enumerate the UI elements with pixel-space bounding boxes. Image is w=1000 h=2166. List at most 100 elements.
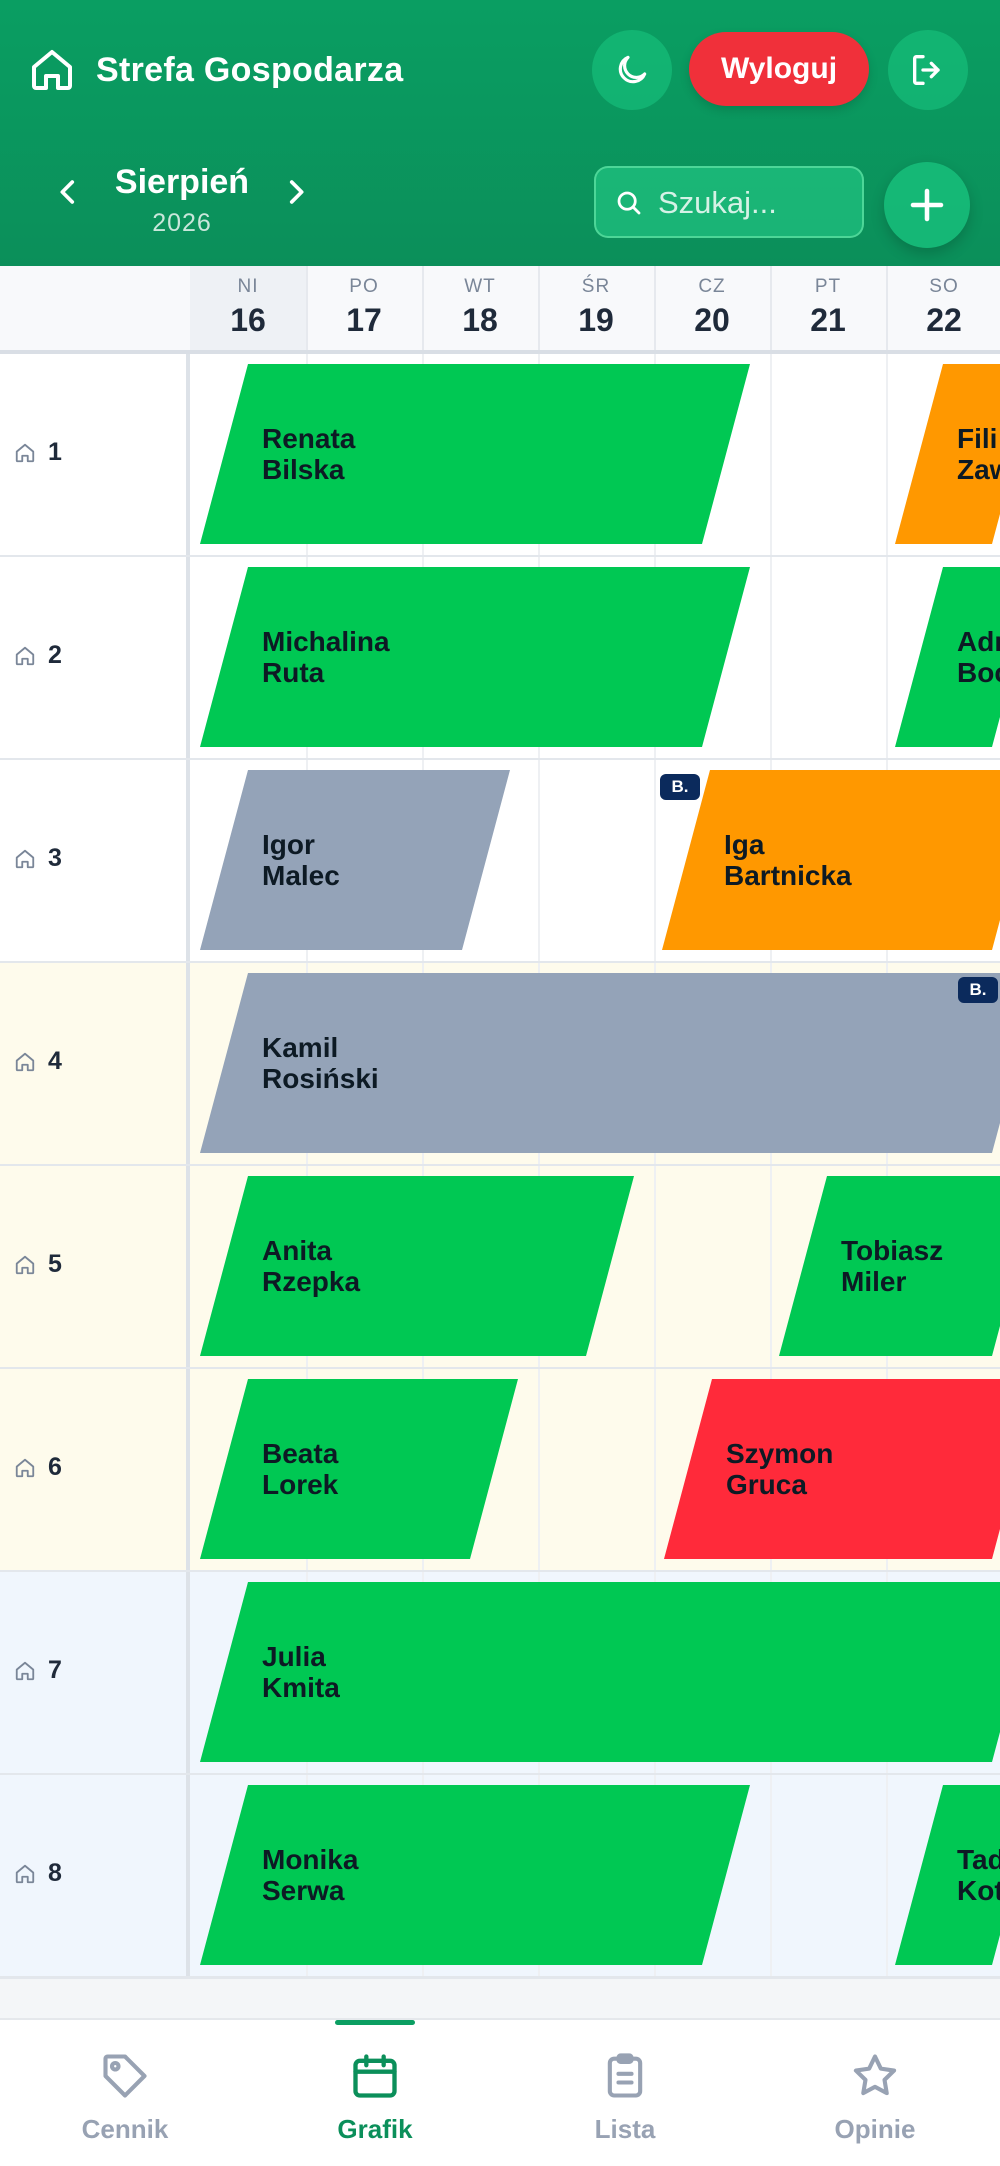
grid-line: [886, 1775, 888, 1976]
day-number: 22: [926, 302, 962, 338]
guest-name: Tobiasz Miler: [841, 1235, 944, 1297]
day-column-header: ŚR 19: [538, 266, 656, 350]
grid-line: [770, 354, 772, 555]
room-row: 6 Beata Lorek Szymon Gruca: [0, 1369, 1000, 1573]
search-input[interactable]: [656, 176, 860, 230]
header-month-row: Sierpień 2026: [0, 150, 1000, 250]
day-name: ŚR: [581, 276, 611, 297]
day-column-header: CZ 20: [654, 266, 772, 350]
search-box[interactable]: [594, 166, 864, 238]
booking-block[interactable]: Anita Rzepka: [200, 1176, 634, 1356]
room-row: 5 Anita Rzepka Tobiasz Miler: [0, 1166, 1000, 1370]
booking-block[interactable]: Iga Bartnicka: [662, 770, 1000, 950]
previous-month-button[interactable]: [46, 170, 90, 214]
nav-label: Opinie: [834, 2114, 916, 2144]
nav-grafik[interactable]: Grafik: [250, 2020, 500, 2166]
app-header: Strefa Gospodarza Wyloguj Sierpień 2026: [0, 0, 1000, 266]
room-label[interactable]: 6: [0, 1369, 190, 1570]
booking-block[interactable]: Monika Serwa: [200, 1785, 750, 1965]
room-label[interactable]: 7: [0, 1572, 190, 1773]
moon-icon: [618, 55, 647, 84]
room-home-icon: [14, 1660, 36, 1682]
grid-line: [886, 557, 888, 758]
room-row: 7 Julia Kmita: [0, 1572, 1000, 1776]
booking-block[interactable]: Renata Bilska: [200, 364, 750, 544]
exit-button[interactable]: [888, 30, 968, 110]
month-label: Sierpień: [114, 163, 250, 201]
clipboard-icon: [599, 2050, 651, 2102]
day-column-header: NI 16: [190, 266, 308, 350]
day-column-header: WT 18: [422, 266, 540, 350]
booking-block[interactable]: Michalina Ruta: [200, 567, 750, 747]
nav-cennik[interactable]: Cennik: [0, 2020, 250, 2166]
booking-block[interactable]: Beata Lorek: [200, 1379, 518, 1559]
booking-block[interactable]: Kamil Rosiński: [200, 973, 1000, 1153]
nav-label: Grafik: [337, 2114, 413, 2144]
room-label[interactable]: 2: [0, 557, 190, 758]
nav-lista[interactable]: Lista: [500, 2020, 750, 2166]
calendar-icon: [349, 2050, 401, 2102]
room-row: 3 Igor Malec B. Iga Bartnicka: [0, 760, 1000, 964]
room-home-icon: [14, 1457, 36, 1479]
grid-line: [654, 1166, 656, 1367]
day-number: 18: [462, 302, 498, 338]
nav-label: Lista: [594, 2114, 656, 2144]
day-name: WT: [464, 276, 496, 297]
room-number: 4: [48, 1047, 62, 1075]
logout-button[interactable]: Wyloguj: [689, 32, 869, 106]
day-number: 20: [694, 302, 730, 338]
active-indicator: [335, 2020, 415, 2025]
grid-line: [886, 354, 888, 555]
star-icon: [849, 2050, 901, 2102]
booking-block[interactable]: Julia Kmita: [200, 1582, 1000, 1762]
room-row: 4 Kamil Rosiński B.: [0, 963, 1000, 1167]
grid-line: [770, 1775, 772, 1976]
day-number: 21: [810, 302, 846, 338]
room-home-icon: [14, 1254, 36, 1276]
day-name: NI: [237, 276, 259, 297]
search-icon: [617, 191, 641, 215]
nav-opinie[interactable]: Opinie: [750, 2020, 1000, 2166]
home-icon[interactable]: [28, 46, 76, 94]
bottom-navigation: Cennik Grafik Lista Opinie: [0, 2018, 1000, 2166]
grid-line: [770, 1166, 772, 1367]
dark-mode-toggle[interactable]: [592, 30, 672, 110]
day-column-header: PO 17: [306, 266, 424, 350]
room-label[interactable]: 1: [0, 354, 190, 555]
guest-name: Iga Bartnicka: [724, 829, 852, 891]
room-number: 6: [48, 1453, 62, 1481]
guest-name: Fili Zaw: [957, 423, 998, 485]
booking-block[interactable]: Szymon Gruca: [664, 1379, 1000, 1559]
room-label[interactable]: 4: [0, 963, 190, 1164]
booking-block[interactable]: Igor Malec: [200, 770, 510, 950]
guest-name: Anita Rzepka: [262, 1235, 361, 1297]
grid-line: [538, 760, 540, 961]
room-row: 8 Monika Serwa Tad Kot: [0, 1775, 1000, 1979]
day-number: 19: [578, 302, 614, 338]
booking-source-badge: B.: [958, 977, 998, 1003]
nav-label: Cennik: [81, 2114, 169, 2144]
next-month-button[interactable]: [274, 170, 318, 214]
day-name: PT: [814, 276, 842, 297]
guest-name: Julia Kmita: [262, 1641, 340, 1703]
guest-name: Tad Kot: [957, 1844, 1000, 1906]
guest-name: Szymon Gruca: [726, 1438, 834, 1500]
room-row: 2 Michalina Ruta Adr Boc: [0, 557, 1000, 761]
add-booking-button[interactable]: [884, 162, 970, 248]
guest-name: Adr Boc: [957, 626, 995, 688]
day-header: NI 16 PO 17 WT 18 ŚR 19 CZ 20 PT 21 SO 22: [0, 266, 1000, 354]
room-label[interactable]: 8: [0, 1775, 190, 1976]
year-label: 2026: [152, 209, 212, 237]
day-column-header: SO 22: [886, 266, 1000, 350]
app-title: Strefa Gospodarza: [96, 51, 404, 89]
room-label[interactable]: 5: [0, 1166, 190, 1367]
room-number: 3: [48, 844, 62, 872]
tag-icon: [99, 2050, 151, 2102]
grid-line: [654, 1369, 656, 1570]
room-label[interactable]: 3: [0, 760, 190, 961]
day-name: PO: [349, 276, 379, 297]
day-number: 17: [346, 302, 382, 338]
room-number: 8: [48, 1859, 62, 1887]
grid-line: [654, 760, 656, 961]
day-number: 16: [230, 302, 266, 338]
